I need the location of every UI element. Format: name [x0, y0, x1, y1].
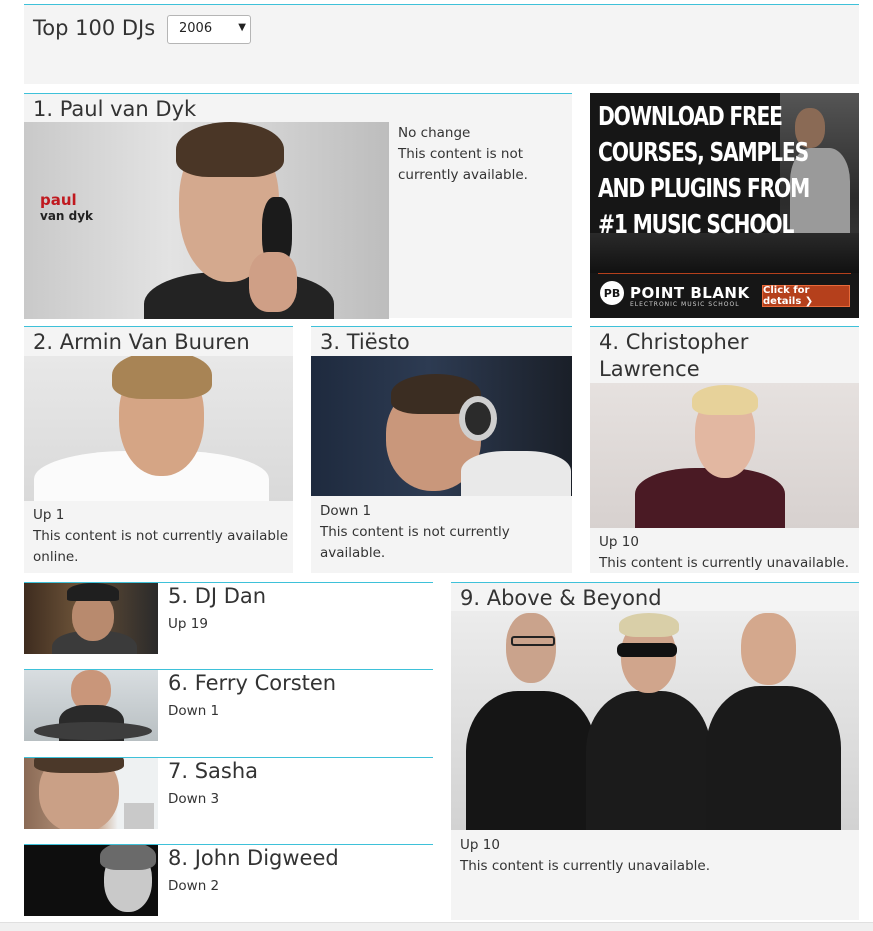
dj-row-8[interactable]: 8. John Digweed Down 2 [24, 844, 433, 916]
ad-headline: DOWNLOAD FREE COURSES, SAMPLES AND PLUGI… [598, 102, 810, 240]
dj-title[interactable]: 7. Sasha [168, 758, 258, 785]
dj-change: Down 1 [320, 503, 372, 519]
dj-change: Up 10 [599, 534, 639, 550]
dj-title[interactable]: 3. Tiësto [320, 329, 410, 356]
dj-title[interactable]: 2. Armin Van Buuren [33, 329, 250, 356]
dj-note: This content is not currently available. [320, 524, 510, 561]
dj-change: Up 10 [460, 837, 500, 853]
dj-change: Down 1 [168, 703, 220, 719]
dj-row-5[interactable]: 5. DJ Dan Up 19 [24, 582, 433, 654]
dj-thumb[interactable] [24, 758, 158, 829]
dj-photo[interactable] [451, 611, 859, 830]
bottom-edge [0, 922, 873, 931]
dj-title[interactable]: 8. John Digweed [168, 845, 339, 872]
dj-title[interactable]: 6. Ferry Corsten [168, 670, 336, 697]
dj-photo[interactable]: paul van dyk [24, 122, 389, 319]
dj-title[interactable]: 1. Paul van Dyk [33, 96, 196, 123]
page-header: Top 100 DJs 2006 ▼ [24, 4, 859, 84]
click-for-details-button[interactable]: Click for details ❯ [762, 285, 850, 307]
dj-thumb[interactable] [24, 845, 158, 916]
dj-card-9[interactable]: 9. Above & Beyond Up 10 This content is … [451, 582, 859, 920]
dj-title[interactable]: 5. DJ Dan [168, 583, 266, 610]
year-select[interactable]: 2006 ▼ [167, 15, 251, 44]
chevron-down-icon: ▼ [238, 22, 246, 33]
point-blank-logo-icon: PB [600, 281, 624, 305]
dj-change: No change [398, 125, 471, 141]
dj-note: This content is not currently available … [33, 528, 288, 565]
dj-photo[interactable] [311, 356, 572, 496]
dj-change: Up 1 [33, 507, 65, 523]
ad-brand-subtitle: ELECTRONIC MUSIC SCHOOL [630, 301, 740, 308]
dj-title[interactable]: 4. Christopher Lawrence [599, 329, 779, 383]
dj-thumb[interactable] [24, 583, 158, 654]
dj-photo[interactable] [24, 356, 293, 501]
dj-note: This content is currently unavailable. [460, 858, 711, 874]
dj-card-4[interactable]: 4. Christopher Lawrence Up 10 This conte… [590, 326, 859, 573]
dj-photo[interactable] [590, 383, 859, 528]
dj-change: Down 2 [168, 878, 220, 894]
dj-card-3[interactable]: 3. Tiësto Down 1 This content is not cur… [311, 326, 572, 573]
dj-note: This content is not currently available. [398, 146, 528, 183]
dj-change: Down 3 [168, 791, 220, 807]
divider [598, 273, 851, 274]
dj-thumb[interactable] [24, 670, 158, 741]
dj-row-7[interactable]: 7. Sasha Down 3 [24, 757, 433, 829]
dj-title[interactable]: 9. Above & Beyond [460, 585, 662, 612]
ad-banner[interactable]: DOWNLOAD FREE COURSES, SAMPLES AND PLUGI… [590, 93, 859, 318]
paul-van-dyk-logo: paul van dyk [40, 191, 94, 223]
dj-note: This content is currently unavailable. [599, 555, 850, 571]
dj-change: Up 19 [168, 616, 208, 632]
dj-card-1[interactable]: 1. Paul van Dyk paul van dyk No change T… [24, 93, 572, 319]
page-title: Top 100 DJs [33, 16, 156, 40]
year-select-value: 2006 [179, 21, 213, 36]
dj-row-6[interactable]: 6. Ferry Corsten Down 1 [24, 669, 433, 741]
dj-card-2[interactable]: 2. Armin Van Buuren Up 1 This content is… [24, 326, 293, 573]
